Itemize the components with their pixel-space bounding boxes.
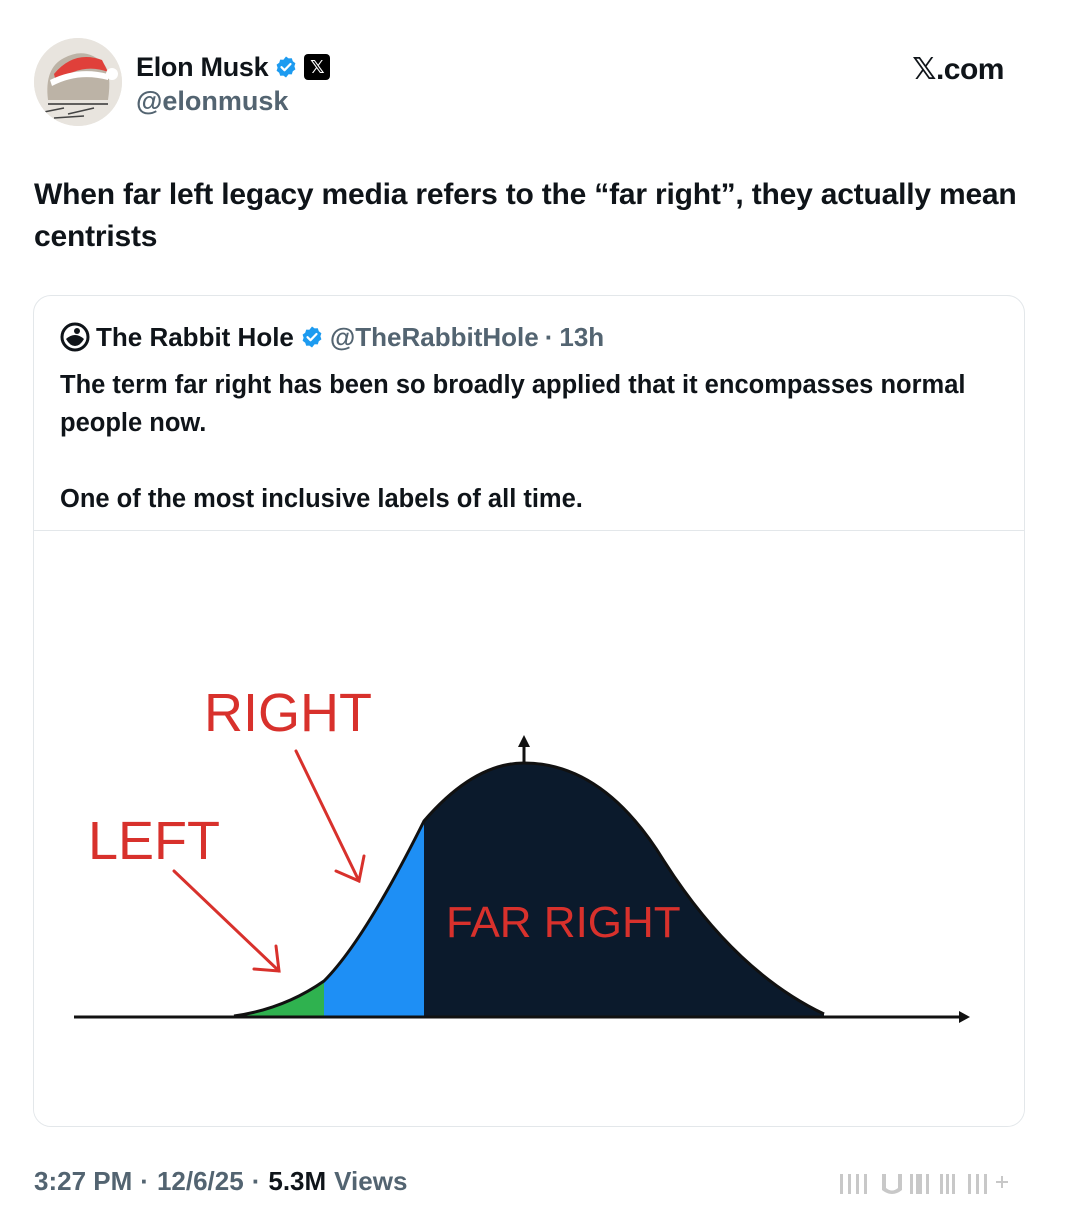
- author-display-name[interactable]: Elon Musk: [136, 52, 269, 83]
- views-label: Views: [334, 1166, 408, 1196]
- bell-curve-illustration: RIGHT LEFT FAR RIGHT: [74, 683, 970, 1023]
- quoted-display-name[interactable]: The Rabbit Hole: [96, 322, 294, 353]
- tweet-text: When far left legacy media refers to the…: [34, 178, 1017, 253]
- tweet-time[interactable]: 3:27 PM: [34, 1166, 132, 1197]
- label-far-right: FAR RIGHT: [446, 898, 681, 947]
- y-arrow-head: [518, 735, 530, 747]
- tweet-date[interactable]: 12/6/25: [157, 1166, 244, 1197]
- author-handle[interactable]: @elonmusk: [136, 86, 330, 117]
- quoted-paragraph: One of the most inclusive labels of all …: [60, 485, 583, 513]
- arrow-to-right-region: [294, 749, 366, 884]
- quoted-tweet-text: The term far right has been so broadly a…: [60, 366, 1000, 518]
- author-names: Elon Musk 𝕏 @elonmusk: [136, 50, 331, 117]
- quoted-tweet-header: The Rabbit Hole @TheRabbitHole · 13h: [60, 320, 604, 354]
- x-logo-icon: 𝕏: [304, 54, 331, 80]
- verified-badge-icon: [276, 56, 296, 78]
- quoted-media-image[interactable]: RIGHT LEFT FAR RIGHT: [34, 530, 1024, 1126]
- site-label[interactable]: 𝕏.com: [912, 52, 1004, 87]
- x-axis-arrow: [959, 1011, 970, 1023]
- quoted-timestamp[interactable]: 13h: [559, 322, 604, 353]
- separator-dot: ·: [544, 321, 554, 352]
- label-right: RIGHT: [204, 683, 372, 743]
- tweet-footer: 3:27 PM · 12/6/25 · 5.3M Views: [34, 1166, 407, 1197]
- far-right-region: [424, 763, 824, 1016]
- arrow-to-left-region: [172, 869, 281, 973]
- quoted-paragraph: The term far right has been so broadly a…: [60, 371, 966, 437]
- tweet-header: Elon Musk 𝕏 @elonmusk 𝕏.com: [34, 38, 1034, 130]
- display-name-row: Elon Musk 𝕏: [136, 50, 331, 84]
- author-avatar[interactable]: [34, 38, 122, 126]
- watermark-icon: [840, 1174, 1008, 1194]
- rabbit-hole-icon: [60, 322, 90, 352]
- quoted-tweet-card[interactable]: The Rabbit Hole @TheRabbitHole · 13h The…: [33, 295, 1025, 1127]
- avatar-santa-hat-icon: [34, 38, 122, 126]
- quoted-handle[interactable]: @TheRabbitHole: [330, 322, 539, 353]
- left-region: [234, 981, 324, 1016]
- label-left: LEFT: [88, 811, 220, 871]
- views-count: 5.3M: [268, 1166, 327, 1196]
- separator-dot: ·: [251, 1166, 261, 1196]
- separator-dot: ·: [140, 1166, 149, 1196]
- verified-badge-icon: [302, 326, 322, 348]
